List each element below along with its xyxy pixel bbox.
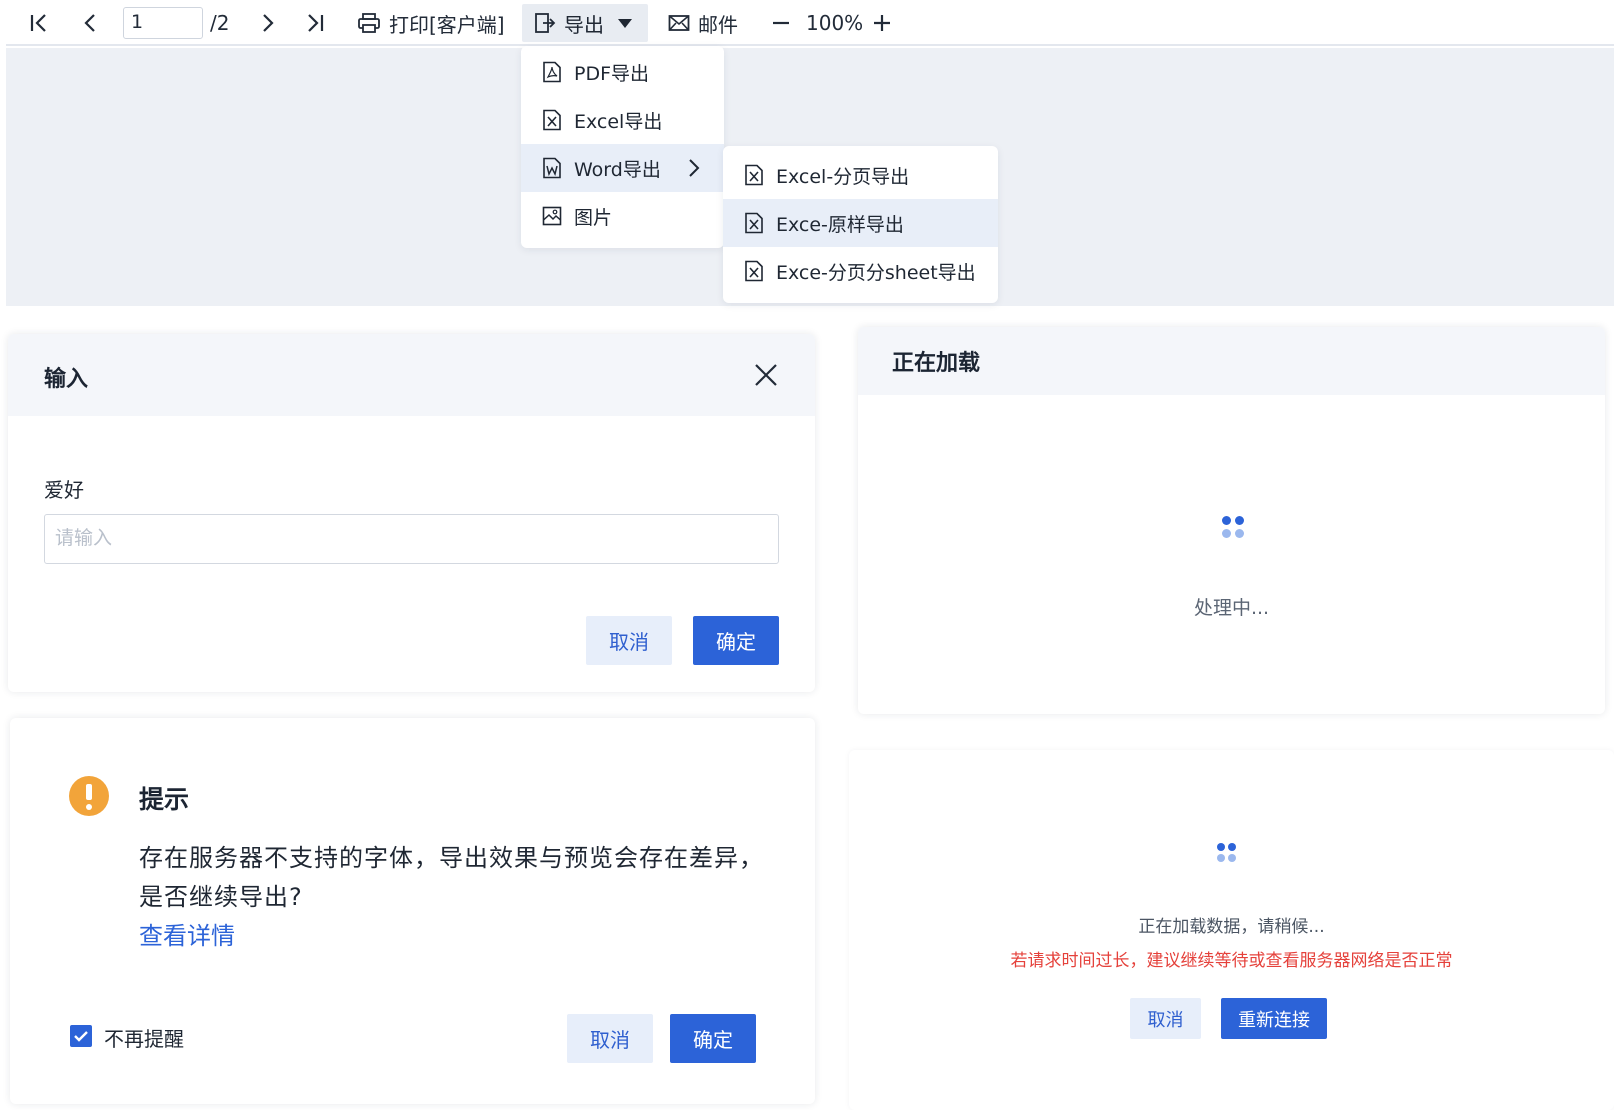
loading-dialog: 正在加载 处理中... (858, 327, 1605, 714)
print-label: 打印[客户端] (389, 12, 505, 37)
field-label: 爱好 (44, 478, 84, 502)
confirm-button[interactable]: 确定 (670, 1014, 756, 1063)
zoom-level: 100% (806, 11, 864, 35)
mail-icon (668, 15, 690, 31)
prev-page-button[interactable] (80, 0, 100, 46)
submenu-item-excel-sheets[interactable]: Exce-分页分sheet导出 (723, 247, 998, 295)
dialog-title: 输入 (44, 367, 89, 392)
hint-dialog: 提示 存在服务器不支持的字体，导出效果与预览会存在差异，是否继续导出? 查看详情… (10, 718, 815, 1104)
dont-remind-checkbox[interactable] (70, 1025, 92, 1047)
cancel-button[interactable]: 取消 (1130, 998, 1201, 1039)
submenu-item-label: Exce-分页分sheet导出 (776, 261, 976, 284)
menu-item-image[interactable]: 图片 (521, 192, 724, 240)
checkmark-icon (74, 1031, 88, 1042)
last-page-icon (308, 14, 324, 32)
submenu-item-excel-paged[interactable]: Excel-分页导出 (723, 151, 998, 199)
menu-item-excel-export[interactable]: Excel导出 (521, 96, 724, 144)
export-menu: PDF导出 Excel导出 Word导出 图片 (521, 46, 724, 248)
timeout-warning-text: 若请求时间过长，建议继续等待或查看服务器网络是否正常 (1010, 951, 1453, 971)
input-dialog: 输入 爱好 请输入 取消 确定 (8, 334, 815, 692)
last-page-button[interactable] (304, 0, 326, 46)
menu-item-label: Excel导出 (574, 110, 663, 133)
dialog-title: 提示 (139, 785, 190, 814)
loading-spinner-icon (1222, 516, 1246, 540)
menu-item-word-export[interactable]: Word导出 (521, 144, 724, 192)
warning-icon (69, 776, 109, 816)
page-total: /2 (210, 11, 230, 35)
dialog-header (8, 334, 815, 416)
loading-data-text: 正在加载数据，请稍候... (1138, 917, 1325, 937)
report-toolbar: 1 /2 打印[客户端] 导出 邮件 100% (6, 0, 1614, 46)
chevron-right-icon (689, 159, 700, 177)
menu-item-pdf-export[interactable]: PDF导出 (521, 48, 724, 96)
print-button[interactable]: 打印[客户端] (357, 0, 505, 46)
reconnect-button[interactable]: 重新连接 (1221, 998, 1327, 1039)
minus-icon (773, 21, 789, 25)
chevron-right-icon (263, 14, 274, 32)
word-export-submenu: Excel-分页导出 Exce-原样导出 Exce-分页分sheet导出 (723, 146, 998, 303)
excel-file-icon (543, 109, 561, 131)
page-number-input[interactable]: 1 (123, 7, 203, 39)
first-page-icon (30, 14, 46, 32)
dialog-title: 正在加载 (892, 351, 981, 376)
hint-message: 存在服务器不支持的字体，导出效果与预览会存在差异，是否继续导出? (139, 844, 764, 911)
loading-spinner-icon (1217, 843, 1238, 864)
pdf-file-icon (543, 61, 561, 83)
menu-item-label: PDF导出 (574, 62, 650, 85)
next-page-button[interactable] (258, 0, 278, 46)
submenu-item-label: Exce-原样导出 (776, 213, 904, 236)
cancel-button[interactable]: 取消 (586, 616, 672, 665)
submenu-item-label: Excel-分页导出 (776, 165, 910, 188)
plus-icon (874, 15, 890, 31)
export-button[interactable]: 导出 (522, 4, 648, 42)
word-file-icon (543, 157, 561, 179)
submenu-item-excel-original[interactable]: Exce-原样导出 (723, 199, 998, 247)
hobby-input[interactable]: 请输入 (44, 514, 779, 564)
confirm-button[interactable]: 确定 (693, 616, 779, 665)
menu-item-label: 图片 (574, 206, 613, 229)
mail-label: 邮件 (698, 12, 738, 37)
image-icon (542, 206, 562, 226)
first-page-button[interactable] (28, 0, 50, 46)
menu-item-label: Word导出 (574, 158, 661, 181)
export-label: 导出 (564, 12, 604, 37)
chevron-left-icon (84, 14, 95, 32)
view-details-link[interactable]: 查看详情 (139, 916, 235, 951)
zoom-out-button[interactable] (772, 0, 790, 46)
mail-button[interactable]: 邮件 (668, 0, 738, 46)
cancel-button[interactable]: 取消 (567, 1014, 653, 1063)
excel-file-icon (745, 212, 763, 234)
export-icon (535, 13, 556, 33)
processing-text: 处理中... (1193, 597, 1270, 619)
checkbox-label: 不再提醒 (104, 1027, 184, 1051)
close-icon[interactable] (753, 362, 779, 388)
excel-file-icon (745, 260, 763, 282)
caret-down-icon (618, 18, 632, 28)
excel-file-icon (745, 164, 763, 186)
printer-icon (358, 13, 380, 33)
reconnect-panel: 正在加载数据，请稍候... 若请求时间过长，建议继续等待或查看服务器网络是否正常… (849, 750, 1614, 1110)
zoom-in-button[interactable] (873, 0, 891, 46)
